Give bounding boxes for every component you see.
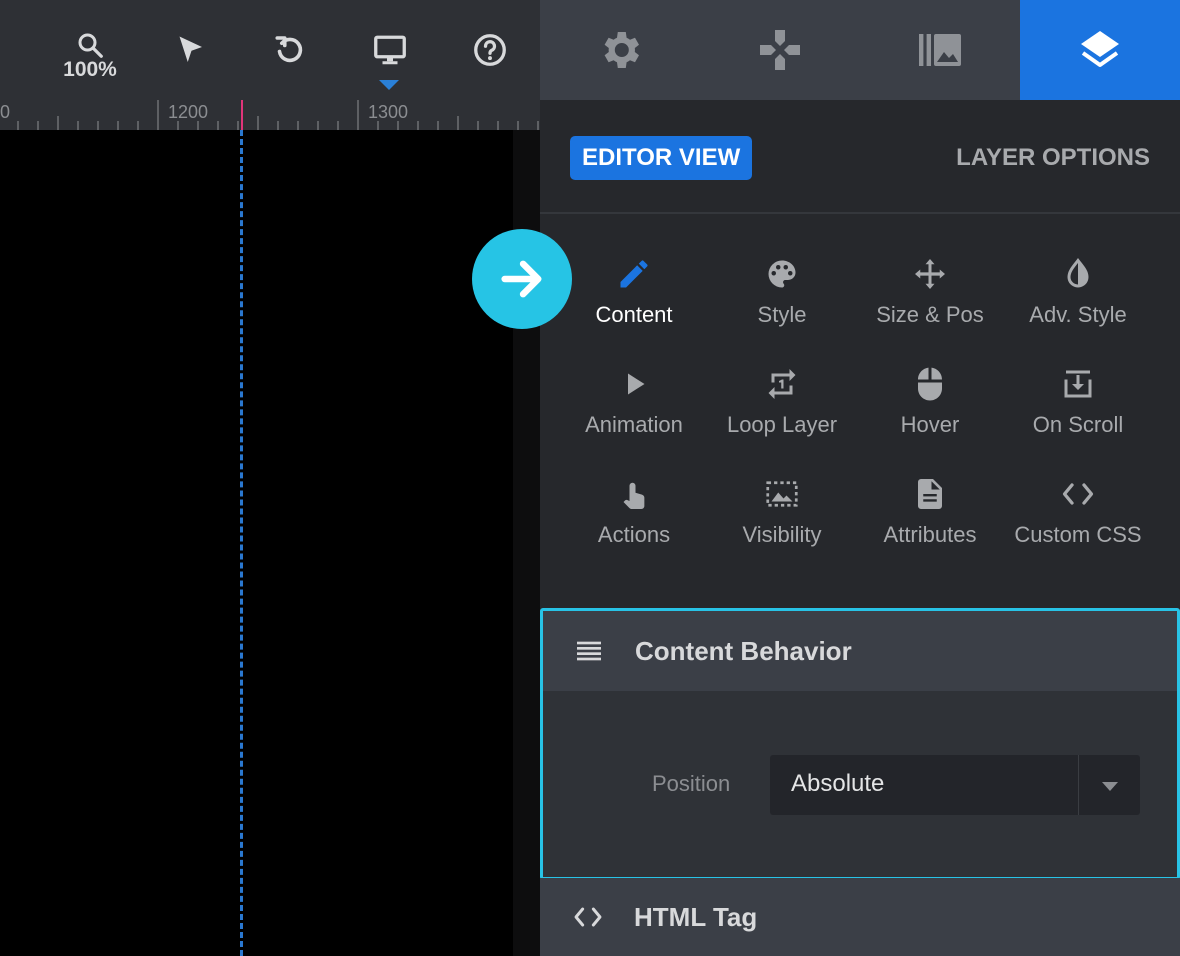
option-label: On Scroll bbox=[1032, 412, 1124, 437]
option-label: Hover bbox=[900, 412, 960, 437]
play-icon bbox=[628, 373, 645, 395]
panel-divider bbox=[540, 212, 1180, 214]
vertical-guide-line[interactable] bbox=[240, 130, 243, 956]
option-content[interactable]: Content bbox=[560, 248, 708, 348]
gear-icon bbox=[604, 32, 639, 68]
code-icon bbox=[1062, 483, 1094, 505]
option-style[interactable]: Style bbox=[708, 248, 856, 348]
option-label: Animation bbox=[585, 412, 683, 437]
panel-tab-bar bbox=[540, 0, 1180, 100]
media-library-icon bbox=[919, 34, 961, 66]
move-icon bbox=[915, 259, 945, 289]
ruler-label: 1300 bbox=[368, 102, 409, 122]
option-visibility[interactable]: Visibility bbox=[708, 468, 856, 568]
layer-options-link[interactable]: LAYER OPTIONS bbox=[956, 136, 1150, 180]
desktop-icon bbox=[374, 35, 406, 65]
gamepad-icon bbox=[760, 30, 800, 70]
editor-canvas[interactable] bbox=[0, 130, 540, 956]
download-box-icon bbox=[1064, 370, 1092, 398]
option-label: Size & Pos bbox=[876, 302, 984, 327]
search-icon bbox=[78, 33, 103, 58]
pencil-icon bbox=[620, 260, 648, 288]
tutorial-arrow-badge bbox=[472, 229, 572, 329]
top-toolbar: 100% bbox=[0, 0, 540, 100]
tab-settings[interactable] bbox=[540, 0, 700, 100]
layers-icon bbox=[1081, 31, 1119, 67]
palette-icon bbox=[768, 260, 796, 288]
option-label: Content bbox=[595, 302, 673, 327]
content-behavior-header[interactable]: Content Behavior bbox=[543, 611, 1177, 691]
option-custom-css[interactable]: Custom CSS bbox=[1004, 468, 1152, 568]
option-on-scroll[interactable]: On Scroll bbox=[1004, 358, 1152, 458]
zoom-control[interactable]: 100% bbox=[63, 30, 117, 86]
arrow-right-icon bbox=[501, 260, 542, 298]
option-size-pos[interactable]: Size & Pos bbox=[856, 248, 1004, 348]
tab-addons[interactable] bbox=[700, 0, 860, 100]
option-label: Actions bbox=[597, 522, 671, 547]
device-desktop-button[interactable] bbox=[368, 28, 412, 72]
position-label: Position bbox=[652, 771, 731, 796]
undo-icon bbox=[275, 36, 303, 63]
zoom-level: 100% bbox=[63, 58, 117, 81]
touch-icon bbox=[623, 482, 645, 509]
ruler-label: 0 bbox=[0, 102, 11, 122]
position-select-value: Absolute bbox=[791, 770, 885, 797]
option-label: Visibility bbox=[742, 522, 822, 547]
ruler-position-marker bbox=[241, 100, 243, 130]
select-divider bbox=[1078, 755, 1079, 815]
html-tag-section-header[interactable]: HTML Tag bbox=[540, 878, 1180, 956]
option-label: Loop Layer bbox=[726, 412, 838, 437]
option-label: Attributes bbox=[883, 522, 977, 547]
option-label: Adv. Style bbox=[1029, 302, 1127, 327]
content-behavior-section: Content Behavior Position Absolute bbox=[540, 608, 1180, 880]
code-icon bbox=[574, 907, 602, 927]
option-adv-style[interactable]: Adv. Style bbox=[1004, 248, 1152, 348]
document-icon bbox=[918, 479, 942, 509]
undo-button[interactable] bbox=[268, 28, 312, 72]
horizontal-ruler[interactable]: 0 1200 1300 bbox=[0, 100, 540, 130]
ruler-ticks bbox=[17, 100, 539, 130]
repeat-one-icon bbox=[768, 369, 796, 399]
option-actions[interactable]: Actions bbox=[560, 468, 708, 568]
image-dashed-icon bbox=[766, 481, 798, 507]
option-label: Style bbox=[757, 302, 807, 327]
option-animation[interactable]: Animation bbox=[560, 358, 708, 458]
ruler-label: 1200 bbox=[168, 102, 209, 122]
option-label: Custom CSS bbox=[1014, 522, 1142, 547]
option-loop-layer[interactable]: Loop Layer bbox=[708, 358, 856, 458]
option-attributes[interactable]: Attributes bbox=[856, 468, 1004, 568]
section-title: Content Behavior bbox=[635, 635, 852, 666]
option-hover[interactable]: Hover bbox=[856, 358, 1004, 458]
mouse-icon bbox=[918, 367, 942, 401]
editor-view-button[interactable]: EDITOR VIEW bbox=[570, 136, 753, 180]
help-button[interactable] bbox=[468, 28, 512, 72]
cursor-arrow-icon bbox=[179, 36, 202, 62]
align-justify-icon bbox=[577, 641, 601, 661]
chevron-down-icon bbox=[1102, 782, 1118, 791]
help-icon bbox=[474, 34, 506, 66]
tab-media[interactable] bbox=[860, 0, 1020, 100]
active-device-indicator bbox=[379, 80, 399, 90]
contrast-drop-icon bbox=[1067, 258, 1089, 288]
section-title: HTML Tag bbox=[634, 901, 758, 932]
tab-layers[interactable] bbox=[1020, 0, 1180, 100]
select-tool-button[interactable] bbox=[168, 28, 212, 72]
position-select[interactable]: Absolute bbox=[770, 755, 1140, 815]
